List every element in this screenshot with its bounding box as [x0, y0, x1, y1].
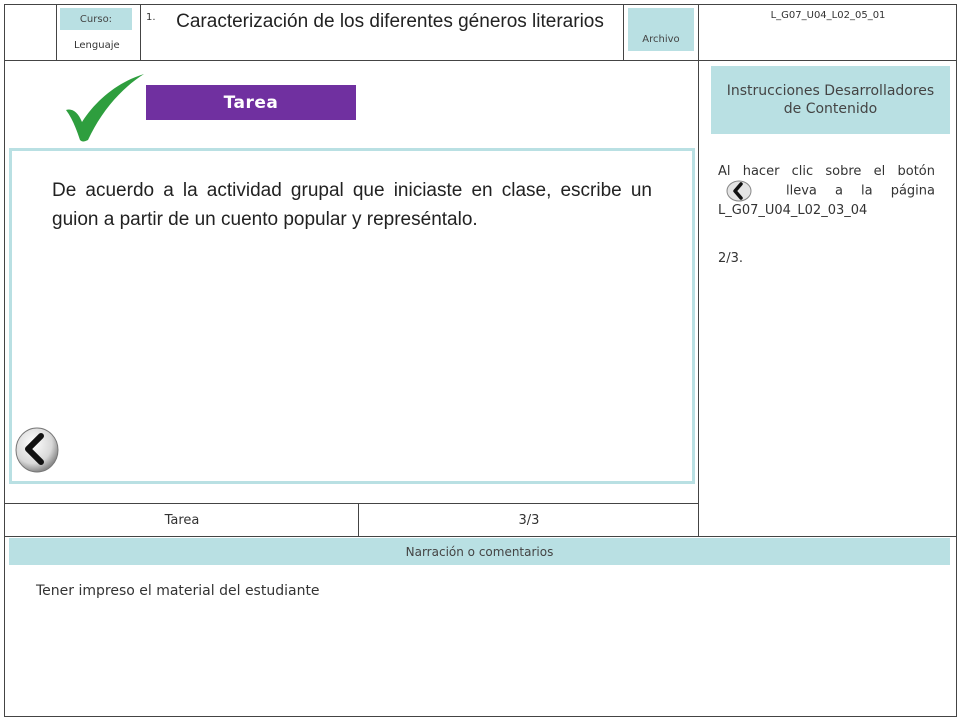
developer-instructions-text: Al hacer clic sobre el botónlleva a la p…: [718, 163, 935, 219]
grid-line: [4, 4, 5, 717]
grid-line: [4, 716, 957, 717]
item-number: 1.: [146, 12, 156, 23]
grid-line: [4, 503, 699, 504]
grid-line: [623, 4, 624, 60]
grid-line: [956, 4, 957, 717]
tarea-banner: Tarea: [146, 85, 356, 120]
grid-line: [358, 503, 359, 537]
curso-label: Curso:: [60, 8, 132, 30]
back-button[interactable]: [14, 426, 60, 474]
back-arrow-icon: [15, 427, 59, 473]
footer-page-number: 3/3: [518, 513, 540, 528]
developer-instructions-header: Instrucciones Desarrolladores de Conteni…: [711, 66, 950, 134]
grid-line: [4, 536, 957, 537]
grid-line: [140, 4, 141, 60]
grid-line: [698, 4, 699, 537]
developer-instructions-extra: 2/3.: [718, 251, 744, 266]
page-title: Caracterización de los diferentes género…: [176, 11, 604, 32]
page-code: L_G07_U04_L02_05_01: [770, 10, 886, 21]
curso-value: Lenguaje: [74, 40, 120, 51]
grid-line: [56, 4, 57, 60]
checkmark-icon: [62, 70, 148, 146]
task-text: De acuerdo a la actividad grupal que ini…: [52, 180, 652, 230]
narration-text: Tener impreso el material del estudiante: [36, 583, 320, 599]
archivo-label: Archivo: [628, 8, 694, 51]
footer-tab-label: Tarea: [164, 513, 200, 528]
grid-line: [4, 4, 957, 5]
inline-back-arrow-icon: [726, 180, 752, 202]
narration-header: Narración o comentarios: [9, 538, 950, 565]
instruction-before: Al hacer clic sobre el botón: [718, 164, 935, 179]
grid-line: [4, 60, 957, 61]
